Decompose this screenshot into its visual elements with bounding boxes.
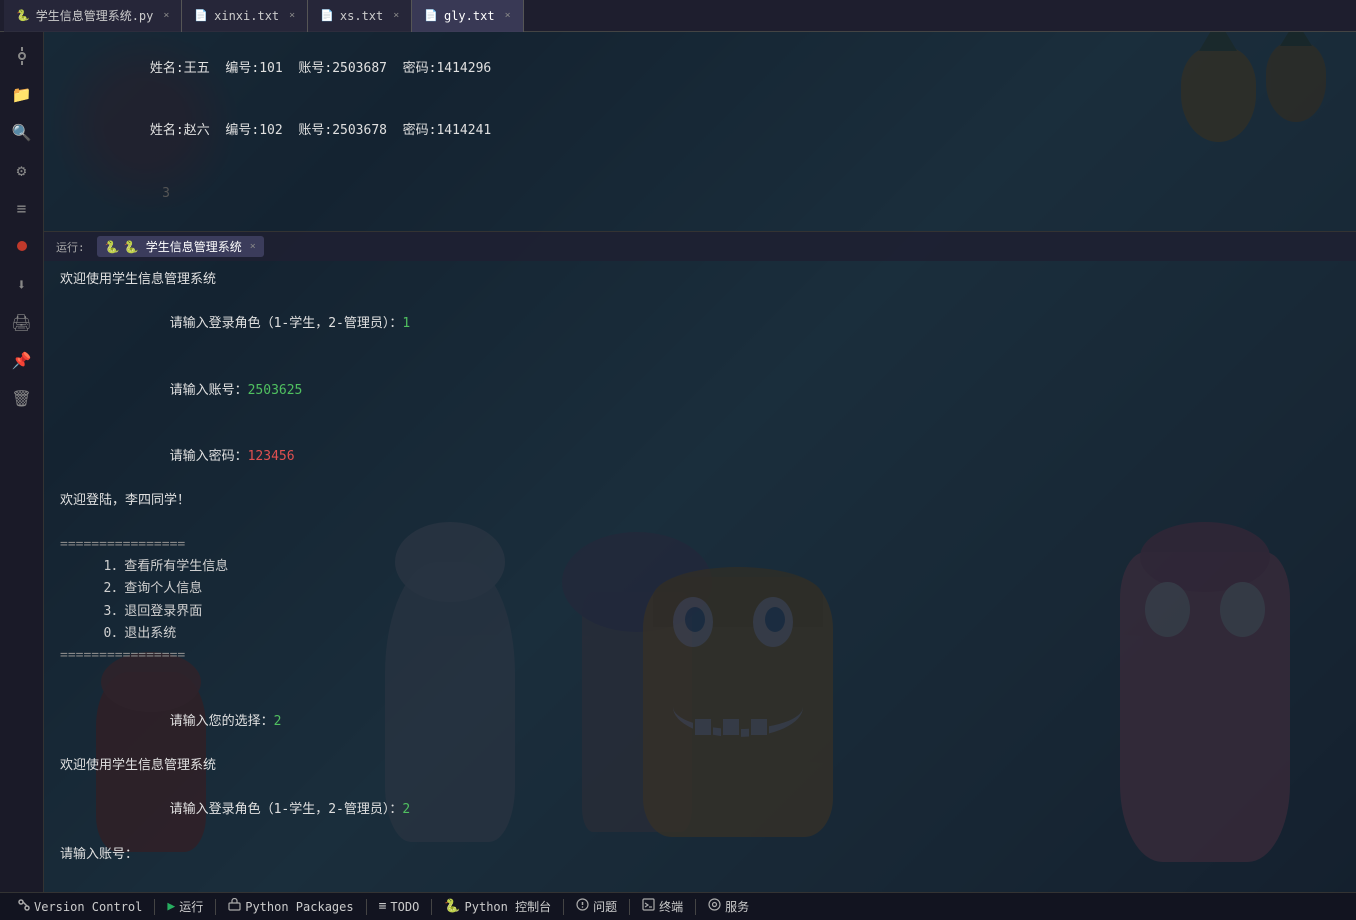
run-tab-close[interactable]: × xyxy=(250,241,256,252)
status-bar: Version Control ▶ 运行 Python Packages ≡ T… xyxy=(0,892,1356,920)
status-sep-3 xyxy=(366,899,367,915)
run-line-menu-2: 2．查询个人信息 xyxy=(60,578,1340,600)
problems-icon xyxy=(576,898,589,915)
terminal-icon xyxy=(642,898,655,915)
main-area: 📁 🔍 ⚙ ≡ ⬇ 🖨 📌 🗑 xyxy=(0,32,1356,892)
status-terminal[interactable]: 终端 xyxy=(632,893,693,920)
run-line-sep-2: ================ xyxy=(60,645,1340,667)
sidebar-icon-search[interactable]: 🔍 xyxy=(6,116,38,148)
run-line-role-prompt-2: 请输入登录角色（1-学生，2-管理员）：2 xyxy=(60,777,1340,843)
tab-xs[interactable]: 📄 xs.txt × xyxy=(308,0,412,32)
txt-icon-3: 📄 xyxy=(424,9,438,22)
status-sep-1 xyxy=(154,899,155,915)
status-todo[interactable]: ≡ TODO xyxy=(369,893,430,920)
sidebar-icon-record[interactable] xyxy=(6,230,38,262)
ide-window: 🐍 学生信息管理系统.py × 📄 xinxi.txt × 📄 xs.txt ×… xyxy=(0,0,1356,920)
sidebar-icon-git[interactable] xyxy=(6,40,38,72)
editor-area: 姓名:王五 编号:101 账号:2503687 密码:1414296 姓名:赵六… xyxy=(44,32,1356,892)
status-sep-4 xyxy=(431,899,432,915)
tab-bar: 🐍 学生信息管理系统.py × 📄 xinxi.txt × 📄 xs.txt ×… xyxy=(0,0,1356,32)
status-python-packages[interactable]: Python Packages xyxy=(218,893,363,920)
run-line-welcome-msg: 欢迎登陆，李四同学！ xyxy=(60,490,1340,512)
run-line-menu-4: 0．退出系统 xyxy=(60,623,1340,645)
status-sep-5 xyxy=(563,899,564,915)
sidebar-icon-menu[interactable]: ≡ xyxy=(6,192,38,224)
version-control-icon xyxy=(18,899,30,915)
run-header: 运行: 🐍 🐍 学生信息管理系统 × xyxy=(44,231,1356,261)
status-sep-2 xyxy=(215,899,216,915)
status-problems[interactable]: 问题 xyxy=(566,893,627,920)
sidebar-icon-trash[interactable]: 🗑 xyxy=(6,382,38,414)
python-run-icon: 🐍 xyxy=(105,240,120,254)
run-tab-main[interactable]: 🐍 🐍 学生信息管理系统 × xyxy=(97,236,264,257)
tab-xinxi[interactable]: 📄 xinxi.txt × xyxy=(182,0,308,32)
python-icon: 🐍 xyxy=(16,9,30,22)
tab-py[interactable]: 🐍 学生信息管理系统.py × xyxy=(4,0,182,32)
run-line-menu-1: 1．查看所有学生信息 xyxy=(60,556,1340,578)
tab-gly[interactable]: 📄 gly.txt × xyxy=(412,0,523,32)
packages-icon xyxy=(228,898,241,915)
file-line-3: 3 xyxy=(56,163,1344,225)
console-icon: 🐍 xyxy=(444,899,460,914)
run-line-sep-1: ================ xyxy=(60,534,1340,556)
status-run[interactable]: ▶ 运行 xyxy=(157,893,213,920)
run-line-blank-1 xyxy=(60,512,1340,534)
txt-icon-1: 📄 xyxy=(194,9,208,22)
sidebar-icons: 📁 🔍 ⚙ ≡ ⬇ 🖨 📌 🗑 xyxy=(0,32,44,892)
sidebar-icon-settings[interactable]: ⚙ xyxy=(6,154,38,186)
run-line-account-prompt-2: 请输入账号： xyxy=(60,844,1340,866)
sidebar-icon-folder[interactable]: 📁 xyxy=(6,78,38,110)
services-icon xyxy=(708,898,721,915)
sidebar-icon-download[interactable]: ⬇ xyxy=(6,268,38,300)
file-line-1: 姓名:王五 编号:101 账号:2503687 密码:1414296 xyxy=(56,38,1344,100)
tab-close-py[interactable]: × xyxy=(163,10,169,21)
txt-icon-2: 📄 xyxy=(320,9,334,22)
run-line-account-prompt: 请输入账号：2503625 xyxy=(60,358,1340,424)
todo-icon: ≡ xyxy=(379,899,387,914)
tab-close-xs[interactable]: × xyxy=(393,10,399,21)
run-line-password-prompt: 请输入密码：123456 xyxy=(60,424,1340,490)
status-sep-6 xyxy=(629,899,630,915)
run-line-welcome-2: 欢迎使用学生信息管理系统 xyxy=(60,755,1340,777)
run-content[interactable]: 欢迎使用学生信息管理系统 请输入登录角色（1-学生，2-管理员）：1 请输入账号… xyxy=(44,261,1356,892)
tab-close-xinxi[interactable]: × xyxy=(289,10,295,21)
run-line-blank-2 xyxy=(60,667,1340,689)
run-label: 运行: xyxy=(56,239,85,255)
file-content-area: 姓名:王五 编号:101 账号:2503687 密码:1414296 姓名:赵六… xyxy=(44,32,1356,231)
run-line-menu-3: 3．退回登录界面 xyxy=(60,601,1340,623)
run-panel: 运行: 🐍 🐍 学生信息管理系统 × 欢迎使用学生信息管理系统 请输入登录角色（… xyxy=(44,231,1356,892)
sidebar-icon-pin[interactable]: 📌 xyxy=(6,344,38,376)
run-play-icon: ▶ xyxy=(167,899,175,914)
file-line-2: 姓名:赵六 编号:102 账号:2503678 密码:1414241 xyxy=(56,100,1344,162)
run-line-welcome-1: 欢迎使用学生信息管理系统 xyxy=(60,269,1340,291)
run-line-choice-prompt: 请输入您的选择：2 xyxy=(60,689,1340,755)
status-python-console[interactable]: 🐍 Python 控制台 xyxy=(434,893,561,920)
tab-close-gly[interactable]: × xyxy=(505,10,511,21)
terminal-panel: 姓名:王五 编号:101 账号:2503687 密码:1414296 姓名:赵六… xyxy=(44,32,1356,892)
status-version-control[interactable]: Version Control xyxy=(8,893,152,920)
status-sep-7 xyxy=(695,899,696,915)
run-line-role-prompt: 请输入登录角色（1-学生，2-管理员）：1 xyxy=(60,291,1340,357)
sidebar-icon-print[interactable]: 🖨 xyxy=(6,306,38,338)
status-services[interactable]: 服务 xyxy=(698,893,759,920)
